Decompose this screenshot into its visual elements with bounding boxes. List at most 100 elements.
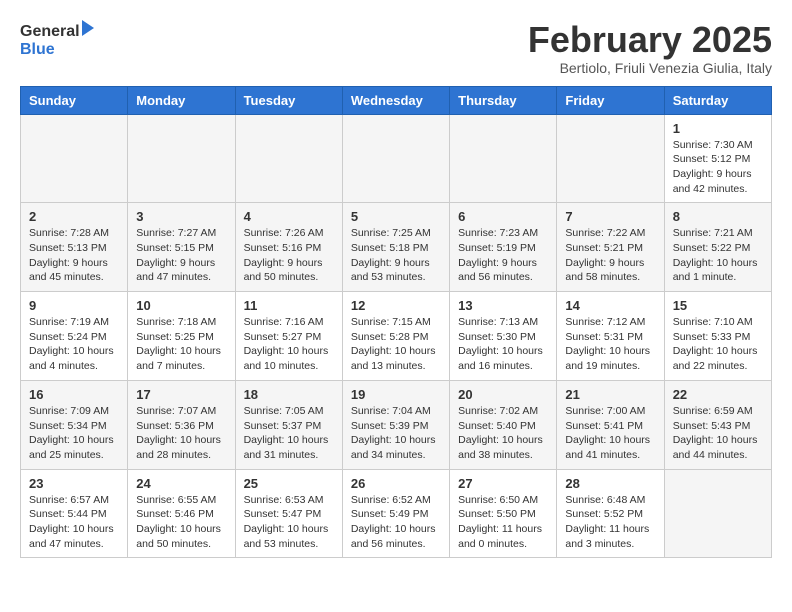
- calendar-cell: [342, 114, 449, 203]
- calendar-cell: 15 Sunrise: 7:10 AMSunset: 5:33 PMDayligh…: [664, 292, 771, 381]
- day-number: 17: [136, 387, 226, 402]
- day-info: Sunrise: 7:04 AMSunset: 5:39 PMDaylight:…: [351, 404, 441, 463]
- logo-general: General: [20, 20, 94, 41]
- day-number: 22: [673, 387, 763, 402]
- calendar-cell: 4 Sunrise: 7:26 AMSunset: 5:16 PMDaylight…: [235, 203, 342, 292]
- calendar-cell: [128, 114, 235, 203]
- day-info: Sunrise: 7:13 AMSunset: 5:30 PMDaylight:…: [458, 315, 548, 374]
- day-info: Sunrise: 7:23 AMSunset: 5:19 PMDaylight:…: [458, 226, 548, 285]
- calendar-cell: 13 Sunrise: 7:13 AMSunset: 5:30 PMDayligh…: [450, 292, 557, 381]
- calendar-day-header: Wednesday: [342, 86, 449, 114]
- day-number: 26: [351, 476, 441, 491]
- day-info: Sunrise: 7:05 AMSunset: 5:37 PMDaylight:…: [244, 404, 334, 463]
- day-number: 4: [244, 209, 334, 224]
- calendar-cell: 10Sunrise: 7:18 AMSunset: 5:25 PMDayligh…: [128, 292, 235, 381]
- day-number: 20: [458, 387, 548, 402]
- day-info: Sunrise: 7:07 AMSunset: 5:36 PMDaylight:…: [136, 404, 226, 463]
- day-number: 14: [565, 298, 655, 313]
- calendar-day-header: Friday: [557, 86, 664, 114]
- day-info: Sunrise: 7:22 AMSunset: 5:21 PMDaylight:…: [565, 226, 655, 285]
- day-number: 3: [136, 209, 226, 224]
- calendar-cell: [235, 114, 342, 203]
- day-info: Sunrise: 6:53 AMSunset: 5:47 PMDaylight:…: [244, 493, 334, 552]
- calendar-cell: 28 Sunrise: 6:48 AMSunset: 5:52 PMDayligh…: [557, 469, 664, 558]
- calendar-day-header: Sunday: [21, 86, 128, 114]
- calendar-cell: [664, 469, 771, 558]
- calendar-day-header: Thursday: [450, 86, 557, 114]
- day-number: 10: [136, 298, 226, 313]
- calendar-week-row: 2 Sunrise: 7:28 AMSunset: 5:13 PMDaylight…: [21, 203, 772, 292]
- logo-blue: Blue: [20, 41, 55, 59]
- logo: General Blue: [20, 20, 94, 58]
- calendar-week-row: 16Sunrise: 7:09 AMSunset: 5:34 PMDayligh…: [21, 380, 772, 469]
- day-number: 27: [458, 476, 548, 491]
- day-info: Sunrise: 7:16 AMSunset: 5:27 PMDaylight:…: [244, 315, 334, 374]
- calendar-day-header: Monday: [128, 86, 235, 114]
- calendar-cell: 11 Sunrise: 7:16 AMSunset: 5:27 PMDayligh…: [235, 292, 342, 381]
- day-number: 18: [244, 387, 334, 402]
- day-info: Sunrise: 6:57 AMSunset: 5:44 PMDaylight:…: [29, 493, 119, 552]
- calendar-cell: 12Sunrise: 7:15 AMSunset: 5:28 PMDayligh…: [342, 292, 449, 381]
- day-number: 24: [136, 476, 226, 491]
- calendar-cell: [21, 114, 128, 203]
- calendar-week-row: 1 Sunrise: 7:30 AMSunset: 5:12 PMDaylight…: [21, 114, 772, 203]
- day-number: 2: [29, 209, 119, 224]
- day-number: 12: [351, 298, 441, 313]
- day-info: Sunrise: 6:59 AMSunset: 5:43 PMDaylight:…: [673, 404, 763, 463]
- day-info: Sunrise: 6:48 AMSunset: 5:52 PMDaylight:…: [565, 493, 655, 552]
- calendar-table: SundayMondayTuesdayWednesdayThursdayFrid…: [20, 86, 772, 559]
- day-info: Sunrise: 7:09 AMSunset: 5:34 PMDaylight:…: [29, 404, 119, 463]
- calendar-cell: 20 Sunrise: 7:02 AMSunset: 5:40 PMDayligh…: [450, 380, 557, 469]
- calendar-cell: [557, 114, 664, 203]
- day-number: 25: [244, 476, 334, 491]
- calendar-cell: 27 Sunrise: 6:50 AMSunset: 5:50 PMDayligh…: [450, 469, 557, 558]
- day-info: Sunrise: 7:30 AMSunset: 5:12 PMDaylight:…: [673, 138, 763, 197]
- day-info: Sunrise: 7:02 AMSunset: 5:40 PMDaylight:…: [458, 404, 548, 463]
- day-info: Sunrise: 7:19 AMSunset: 5:24 PMDaylight:…: [29, 315, 119, 374]
- title-section: February 2025 Bertiolo, Friuli Venezia G…: [528, 20, 772, 76]
- page-header: General Blue February 2025 Bertiolo, Fri…: [20, 20, 772, 76]
- day-number: 5: [351, 209, 441, 224]
- day-number: 19: [351, 387, 441, 402]
- day-info: Sunrise: 7:28 AMSunset: 5:13 PMDaylight:…: [29, 226, 119, 285]
- day-info: Sunrise: 6:50 AMSunset: 5:50 PMDaylight:…: [458, 493, 548, 552]
- calendar-cell: 5 Sunrise: 7:25 AMSunset: 5:18 PMDaylight…: [342, 203, 449, 292]
- day-number: 1: [673, 121, 763, 136]
- day-info: Sunrise: 7:21 AMSunset: 5:22 PMDaylight:…: [673, 226, 763, 285]
- calendar-header-row: SundayMondayTuesdayWednesdayThursdayFrid…: [21, 86, 772, 114]
- day-info: Sunrise: 7:10 AMSunset: 5:33 PMDaylight:…: [673, 315, 763, 374]
- day-info: Sunrise: 7:26 AMSunset: 5:16 PMDaylight:…: [244, 226, 334, 285]
- day-info: Sunrise: 7:25 AMSunset: 5:18 PMDaylight:…: [351, 226, 441, 285]
- day-info: Sunrise: 7:12 AMSunset: 5:31 PMDaylight:…: [565, 315, 655, 374]
- calendar-cell: 23 Sunrise: 6:57 AMSunset: 5:44 PMDayligh…: [21, 469, 128, 558]
- calendar-day-header: Tuesday: [235, 86, 342, 114]
- day-number: 28: [565, 476, 655, 491]
- calendar-cell: 26 Sunrise: 6:52 AMSunset: 5:49 PMDayligh…: [342, 469, 449, 558]
- calendar-cell: 21 Sunrise: 7:00 AMSunset: 5:41 PMDayligh…: [557, 380, 664, 469]
- calendar-cell: 14 Sunrise: 7:12 AMSunset: 5:31 PMDayligh…: [557, 292, 664, 381]
- day-number: 23: [29, 476, 119, 491]
- calendar-cell: 22 Sunrise: 6:59 AMSunset: 5:43 PMDayligh…: [664, 380, 771, 469]
- day-info: Sunrise: 7:00 AMSunset: 5:41 PMDaylight:…: [565, 404, 655, 463]
- day-number: 15: [673, 298, 763, 313]
- calendar-cell: 19 Sunrise: 7:04 AMSunset: 5:39 PMDayligh…: [342, 380, 449, 469]
- calendar-cell: 18 Sunrise: 7:05 AMSunset: 5:37 PMDayligh…: [235, 380, 342, 469]
- calendar-cell: 6 Sunrise: 7:23 AMSunset: 5:19 PMDaylight…: [450, 203, 557, 292]
- calendar-cell: 1 Sunrise: 7:30 AMSunset: 5:12 PMDaylight…: [664, 114, 771, 203]
- day-number: 21: [565, 387, 655, 402]
- day-number: 11: [244, 298, 334, 313]
- month-year: February 2025: [528, 20, 772, 60]
- calendar-cell: 8 Sunrise: 7:21 AMSunset: 5:22 PMDaylight…: [664, 203, 771, 292]
- day-number: 13: [458, 298, 548, 313]
- calendar-cell: 7Sunrise: 7:22 AMSunset: 5:21 PMDaylight…: [557, 203, 664, 292]
- day-info: Sunrise: 6:52 AMSunset: 5:49 PMDaylight:…: [351, 493, 441, 552]
- day-number: 9: [29, 298, 119, 313]
- calendar-cell: 2 Sunrise: 7:28 AMSunset: 5:13 PMDaylight…: [21, 203, 128, 292]
- calendar-week-row: 9 Sunrise: 7:19 AMSunset: 5:24 PMDaylight…: [21, 292, 772, 381]
- calendar-cell: 16Sunrise: 7:09 AMSunset: 5:34 PMDayligh…: [21, 380, 128, 469]
- calendar-cell: 9 Sunrise: 7:19 AMSunset: 5:24 PMDaylight…: [21, 292, 128, 381]
- day-number: 6: [458, 209, 548, 224]
- calendar-week-row: 23 Sunrise: 6:57 AMSunset: 5:44 PMDayligh…: [21, 469, 772, 558]
- day-number: 8: [673, 209, 763, 224]
- calendar-cell: 17 Sunrise: 7:07 AMSunset: 5:36 PMDayligh…: [128, 380, 235, 469]
